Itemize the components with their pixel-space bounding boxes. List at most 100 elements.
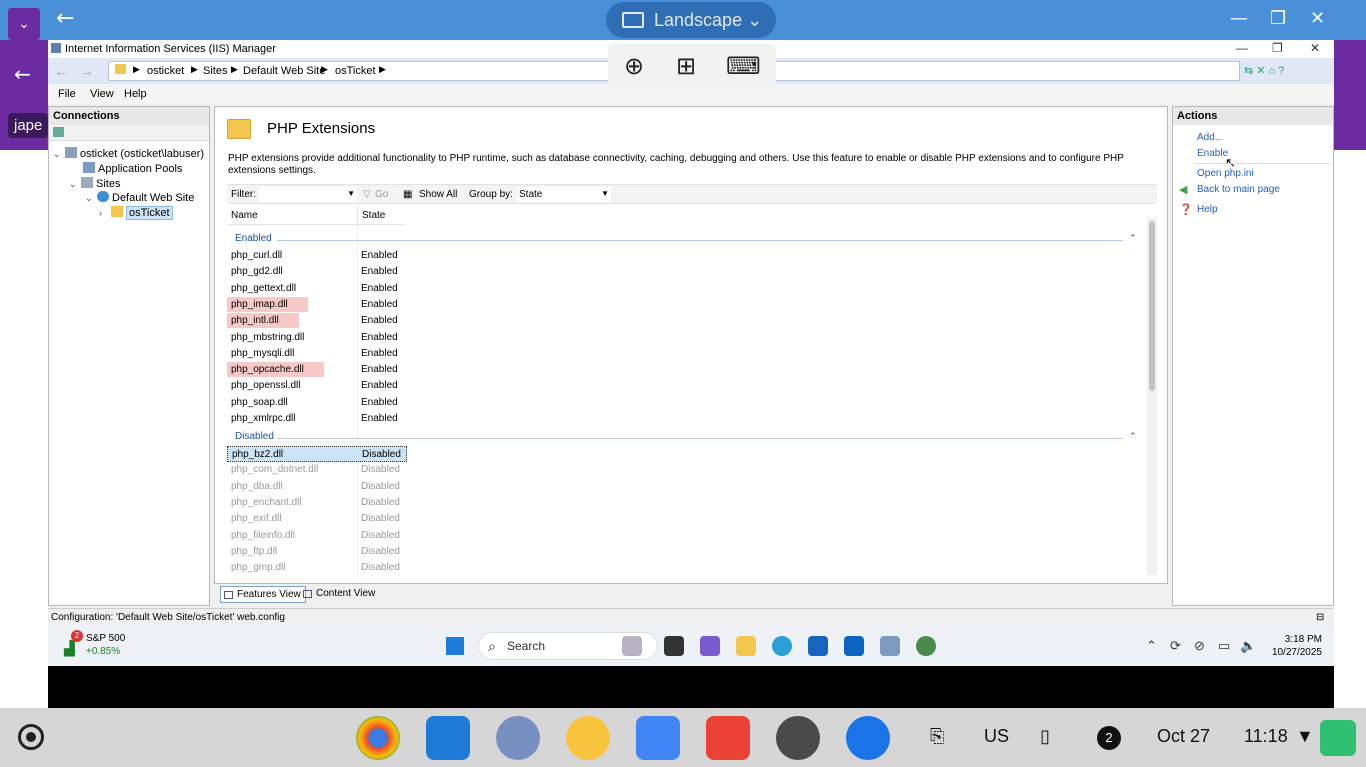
table-row[interactable]: php_com_dotnet.dll Disabled	[227, 462, 407, 478]
table-row[interactable]: php_dba.dll Disabled	[227, 479, 407, 495]
files-icon[interactable]	[846, 716, 890, 760]
microsoft-365-icon[interactable]	[700, 636, 720, 656]
tab-features-view[interactable]: Features View	[220, 586, 306, 603]
breadcrumb-item[interactable]: osTicket	[335, 65, 376, 77]
menu-file[interactable]: File	[58, 88, 76, 100]
table-row[interactable]: php_imap.dll Enabled	[227, 296, 407, 313]
table-row[interactable]: php_ftp.dll Disabled	[227, 544, 407, 560]
table-row[interactable]: php_bz2.dll Disabled	[227, 446, 407, 462]
tree-item-osticket[interactable]: › osTicket	[99, 206, 173, 220]
remote-desktop-icon[interactable]	[426, 716, 470, 760]
launcher-icon[interactable]	[18, 724, 44, 750]
restore-icon[interactable]: ❐	[1272, 41, 1283, 55]
open-php-ini-link[interactable]: Open php.ini	[1197, 168, 1254, 179]
tree-item-default-web-site[interactable]: ⌄ Default Web Site	[85, 191, 194, 204]
calendar-icon[interactable]	[636, 716, 680, 760]
table-row[interactable]: php_fileinfo.dll Disabled	[227, 528, 407, 544]
shelf-date[interactable]: Oct 27	[1157, 726, 1210, 747]
location-off-icon[interactable]: ⊘	[1194, 638, 1205, 654]
table-row[interactable]: php_soap.dll Enabled	[227, 395, 407, 411]
chevron-right-icon[interactable]: ›	[99, 208, 111, 218]
chrome-icon[interactable]	[356, 716, 400, 760]
chevron-down-icon[interactable]: ⌄	[85, 193, 97, 204]
volume-icon[interactable]: 🔈	[1240, 638, 1256, 654]
column-header-state[interactable]: State	[357, 205, 405, 225]
tree-item-server[interactable]: ⌄ osticket (osticket\labuser)	[53, 147, 204, 160]
chevron-down-icon[interactable]: ⌄	[69, 179, 81, 190]
breadcrumb-item[interactable]: Sites	[203, 65, 227, 77]
table-row[interactable]: php_gettext.dll Enabled	[227, 281, 407, 297]
back-arrow-icon[interactable]: ←	[56, 6, 74, 31]
breadcrumb-item[interactable]: osticket	[147, 65, 184, 77]
taskbar-clock[interactable]: 3:18 PM 10/27/2025	[1262, 633, 1322, 659]
table-row[interactable]: php_xmlrpc.dll Enabled	[227, 411, 407, 427]
outlook-icon[interactable]	[844, 636, 864, 656]
notification-count[interactable]: 2	[1097, 726, 1121, 750]
connect-icon[interactable]	[53, 127, 64, 137]
minimize-icon[interactable]: —	[1236, 41, 1248, 55]
help-link[interactable]: Help	[1197, 204, 1218, 215]
table-row[interactable]: php_mbstring.dll Enabled	[227, 330, 407, 346]
scrollbar-thumb[interactable]	[1149, 221, 1155, 391]
column-header-name[interactable]: Name	[227, 205, 357, 225]
sync-icon[interactable]: ⟳	[1170, 638, 1181, 654]
keep-icon[interactable]	[566, 716, 610, 760]
group-header-enabled[interactable]: Enabled	[235, 233, 272, 244]
windows-key-icon[interactable]: ⊞	[676, 52, 696, 80]
keyboard-locale[interactable]: US	[984, 726, 1009, 747]
table-row[interactable]: php_gmp.dll Disabled	[227, 560, 407, 576]
orientation-mode-button[interactable]: Landscape ⌄	[606, 2, 776, 38]
copilot-icon[interactable]	[622, 636, 642, 656]
edge-icon[interactable]	[772, 636, 792, 656]
table-row[interactable]: php_opcache.dll Enabled	[227, 362, 407, 378]
add-action-link[interactable]: Add...	[1197, 132, 1223, 143]
file-explorer-icon[interactable]	[736, 636, 756, 656]
chevron-down-icon[interactable]: ⌄	[53, 149, 65, 160]
phone-hub-icon[interactable]: ▯	[1040, 726, 1050, 747]
wifi-icon[interactable]: ▼	[1296, 726, 1314, 747]
keyboard-icon[interactable]: ⌨	[726, 52, 761, 80]
table-row[interactable]: php_mysqli.dll Enabled	[227, 346, 407, 362]
gallery-icon[interactable]	[496, 716, 540, 760]
table-row[interactable]: php_curl.dll Enabled	[227, 248, 407, 264]
group-header-disabled[interactable]: Disabled	[235, 431, 274, 442]
shelf-time[interactable]: 11:18	[1244, 726, 1288, 747]
chevron-up-icon[interactable]: ⌃	[1129, 431, 1137, 442]
filter-input[interactable]: ▼	[259, 187, 357, 202]
minimize-icon[interactable]: —	[1230, 8, 1248, 29]
chevron-up-icon[interactable]: ⌃	[1146, 638, 1157, 654]
task-view-icon[interactable]	[664, 636, 684, 656]
table-row[interactable]: php_intl.dll Enabled	[227, 313, 407, 329]
go-button[interactable]: Go	[375, 189, 388, 200]
back-arrow-icon[interactable]: ←	[54, 63, 68, 79]
menu-help[interactable]: Help	[124, 88, 147, 100]
store-icon[interactable]	[808, 636, 828, 656]
toolbar-icons[interactable]: ⇆ ✕ ⌂ ?	[1244, 64, 1284, 77]
hs-app-icon[interactable]	[916, 636, 936, 656]
forward-arrow-icon[interactable]: →	[80, 63, 94, 79]
tree-item-sites[interactable]: ⌄ Sites	[69, 177, 120, 190]
back-to-main-link[interactable]: Back to main page	[1197, 184, 1280, 195]
chevron-up-icon[interactable]: ⌃	[1129, 233, 1137, 244]
iis-manager-icon[interactable]	[880, 636, 900, 656]
table-row[interactable]: php_gd2.dll Enabled	[227, 264, 407, 280]
menu-view[interactable]: View	[90, 88, 114, 100]
table-row[interactable]: php_enchant.dll Disabled	[227, 495, 407, 511]
tree-item-app-pools[interactable]: Application Pools	[71, 162, 182, 175]
breadcrumb-item[interactable]: Default Web Site	[243, 65, 325, 77]
restore-icon[interactable]: ❐	[1270, 8, 1286, 29]
gmail-icon[interactable]	[706, 716, 750, 760]
table-row[interactable]: php_openssl.dll Enabled	[227, 378, 407, 394]
display-icon[interactable]: ▭	[1218, 638, 1230, 654]
clipboard-icon[interactable]: ⎘	[930, 726, 944, 747]
table-row[interactable]: php_exif.dll Disabled	[227, 511, 407, 527]
tab-content-view[interactable]: Content View	[300, 586, 379, 603]
enable-action-link[interactable]: Enable	[1197, 148, 1228, 159]
close-icon[interactable]: ✕	[1310, 41, 1320, 55]
stock-widget[interactable]: S&P 500 +0.85%	[86, 632, 125, 658]
battery-icon[interactable]	[1320, 720, 1356, 756]
vertical-scrollbar[interactable]	[1147, 217, 1157, 575]
close-icon[interactable]: ✕	[1310, 8, 1325, 29]
zoom-in-icon[interactable]: ⊕	[624, 52, 644, 80]
windows-start-icon[interactable]	[446, 637, 464, 655]
